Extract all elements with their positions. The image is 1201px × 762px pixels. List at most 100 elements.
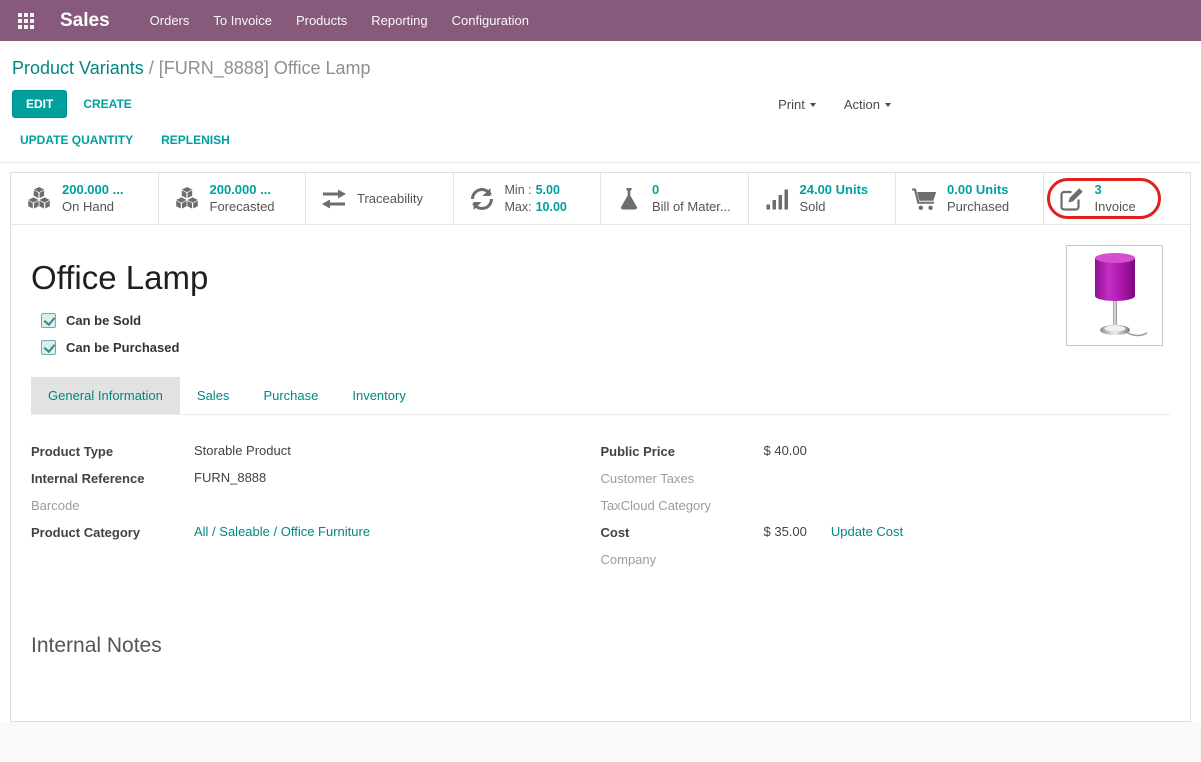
can-be-sold-checkbox[interactable]: [41, 313, 56, 328]
create-button[interactable]: CREATE: [83, 97, 131, 111]
stat-button-row: 200.000 ...On Hand 200.000 ...Forecasted…: [11, 173, 1190, 225]
stat-label: Sold: [800, 199, 869, 216]
stat-invoice[interactable]: 3Invoice: [1044, 173, 1191, 224]
chevron-down-icon: [810, 103, 816, 107]
stat-label: Traceability: [357, 191, 423, 206]
menu-configuration[interactable]: Configuration: [440, 1, 541, 40]
stat-label: Forecasted: [210, 199, 275, 216]
product-category-link[interactable]: All / Saleable / Office Furniture: [194, 524, 370, 539]
edit-button[interactable]: EDIT: [12, 90, 67, 118]
print-dropdown-label: Print: [778, 97, 805, 112]
field-value: $ 40.00: [764, 443, 807, 458]
min-label: Min :: [505, 183, 532, 197]
breadcrumb: Product Variants / [FURN_8888] Office La…: [0, 41, 1201, 88]
tab-sales[interactable]: Sales: [180, 377, 247, 414]
top-navbar: Sales Orders To Invoice Products Reporti…: [0, 0, 1201, 41]
menu-reporting[interactable]: Reporting: [359, 1, 439, 40]
notebook-tabs: General Information Sales Purchase Inven…: [31, 377, 1170, 415]
stat-bill-of-materials[interactable]: 0Bill of Mater...: [601, 173, 749, 224]
can-be-sold-label: Can be Sold: [66, 313, 141, 328]
can-be-sold-row: Can be Sold: [41, 313, 1170, 328]
stat-reordering-rules[interactable]: Min : 5.00 Max: 10.00: [454, 173, 602, 224]
field-label: Company: [601, 551, 764, 567]
print-dropdown[interactable]: Print: [778, 97, 816, 112]
field-group-left: Product Type Storable Product Internal R…: [31, 443, 601, 578]
field-label: TaxCloud Category: [601, 497, 764, 513]
field-value: FURN_8888: [194, 470, 266, 485]
flask-icon: [616, 186, 642, 212]
breadcrumb-separator: /: [149, 58, 154, 78]
cart-icon: [911, 186, 937, 212]
field-label: Public Price: [601, 443, 764, 459]
field-product-type: Product Type Storable Product: [31, 443, 601, 470]
menu-orders[interactable]: Orders: [138, 1, 202, 40]
field-cost: Cost $ 35.00 Update Cost: [601, 524, 1171, 551]
action-dropdown[interactable]: Action: [844, 97, 891, 112]
page: Sales Orders To Invoice Products Reporti…: [0, 0, 1201, 722]
form-sheet: 200.000 ...On Hand 200.000 ...Forecasted…: [10, 172, 1191, 722]
stat-forecasted[interactable]: 200.000 ...Forecasted: [159, 173, 307, 224]
internal-notes-heading: Internal Notes: [31, 634, 1170, 658]
breadcrumb-parent-link[interactable]: Product Variants: [12, 58, 144, 78]
field-label: Product Category: [31, 524, 194, 540]
field-label: Internal Reference: [31, 470, 194, 486]
stat-sold[interactable]: 24.00 UnitsSold: [749, 173, 897, 224]
secondary-actions: UPDATE QUANTITY REPLENISH: [0, 128, 1201, 163]
stat-value: 200.000 ...: [62, 182, 123, 199]
can-be-purchased-checkbox[interactable]: [41, 340, 56, 355]
field-product-category: Product Category All / Saleable / Office…: [31, 524, 601, 551]
stat-label: On Hand: [62, 199, 123, 216]
field-internal-reference: Internal Reference FURN_8888: [31, 470, 601, 497]
field-groups: Product Type Storable Product Internal R…: [31, 443, 1170, 578]
stat-label: Purchased: [947, 199, 1009, 216]
stat-value: 200.000 ...: [210, 182, 275, 199]
field-taxcloud-category: TaxCloud Category: [601, 497, 1171, 524]
action-dropdown-label: Action: [844, 97, 880, 112]
stat-value: 0.00 Units: [947, 182, 1009, 199]
field-barcode: Barcode: [31, 497, 601, 524]
field-label: Barcode: [31, 497, 194, 513]
stat-label: Bill of Mater...: [652, 199, 731, 216]
can-be-purchased-row: Can be Purchased: [41, 340, 1170, 355]
field-value: $ 35.00: [764, 524, 807, 539]
stat-traceability[interactable]: Traceability: [306, 173, 454, 224]
field-label: Product Type: [31, 443, 194, 459]
replenish-button[interactable]: REPLENISH: [161, 133, 230, 147]
tab-inventory[interactable]: Inventory: [335, 377, 422, 414]
field-group-right: Public Price $ 40.00 Customer Taxes TaxC…: [601, 443, 1171, 578]
chevron-down-icon: [885, 103, 891, 107]
stat-on-hand[interactable]: 200.000 ...On Hand: [11, 173, 159, 224]
refresh-icon: [469, 186, 495, 212]
field-public-price: Public Price $ 40.00: [601, 443, 1171, 470]
breadcrumb-current: [FURN_8888] Office Lamp: [159, 58, 371, 78]
field-value: Storable Product: [194, 443, 291, 458]
apps-grid-icon[interactable]: [18, 13, 34, 29]
stat-label: Invoice: [1095, 199, 1136, 216]
cubes-icon: [174, 186, 200, 212]
control-panel-dropdowns: Print Action: [778, 97, 891, 112]
field-label: Customer Taxes: [601, 470, 764, 486]
stat-value: 3: [1095, 182, 1136, 199]
control-panel: EDIT CREATE Print Action: [0, 88, 1201, 128]
product-image: [1066, 245, 1163, 346]
max-label: Max:: [505, 200, 532, 214]
app-brand[interactable]: Sales: [60, 10, 110, 32]
menu-to-invoice[interactable]: To Invoice: [201, 1, 284, 40]
can-be-purchased-label: Can be Purchased: [66, 340, 179, 355]
product-title: Office Lamp: [31, 259, 1170, 297]
min-value: 5.00: [536, 183, 560, 197]
cubes-icon: [26, 186, 52, 212]
stat-purchased[interactable]: 0.00 UnitsPurchased: [896, 173, 1044, 224]
field-company: Company: [601, 551, 1171, 578]
menu-products[interactable]: Products: [284, 1, 359, 40]
exchange-icon: [321, 186, 347, 212]
sheet-body: Office Lamp Can be Sold Can be Purchased…: [11, 225, 1190, 658]
stat-value: 0: [652, 182, 731, 199]
update-quantity-button[interactable]: UPDATE QUANTITY: [20, 133, 133, 147]
field-customer-taxes: Customer Taxes: [601, 470, 1171, 497]
edit-icon: [1059, 186, 1085, 212]
max-value: 10.00: [536, 200, 567, 214]
tab-general-information[interactable]: General Information: [31, 377, 180, 414]
tab-purchase[interactable]: Purchase: [246, 377, 335, 414]
update-cost-button[interactable]: Update Cost: [831, 524, 903, 539]
